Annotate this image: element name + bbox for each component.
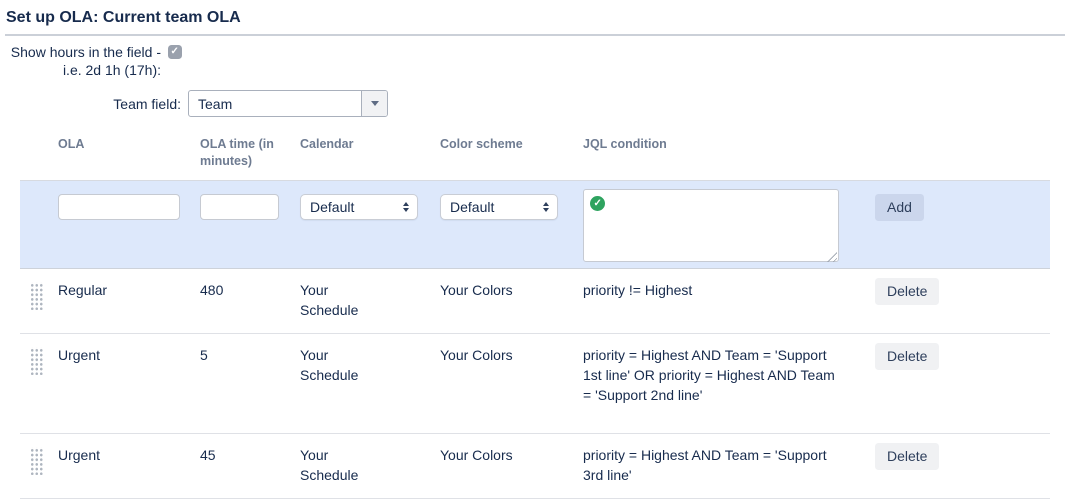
team-field-select[interactable]: Team <box>188 90 388 117</box>
table-row: Urgent 5 Your Schedule Your Colors prior… <box>20 334 1050 434</box>
select-updown-icon <box>403 202 409 212</box>
drag-handle-icon[interactable] <box>30 282 43 310</box>
show-hours-row: Show hours in the field - i.e. 2d 1h (17… <box>5 43 1065 79</box>
show-hours-checkbox[interactable] <box>168 45 182 59</box>
table-header-row: OLA OLA time (in minutes) Calendar Color… <box>20 129 1050 180</box>
show-hours-label-line1: Show hours in the field - <box>11 44 161 60</box>
row-jql-condition: priority = Highest AND Team = 'Support 1… <box>583 345 839 405</box>
team-field-selected-value: Team <box>189 96 361 112</box>
row-ola-time: 5 <box>200 345 300 365</box>
new-jql-condition-textarea[interactable] <box>583 189 839 262</box>
new-calendar-select[interactable]: Default <box>300 194 418 220</box>
ola-settings-form: Show hours in the field - i.e. 2d 1h (17… <box>5 43 1065 117</box>
row-ola-name: Regular <box>58 280 200 300</box>
ola-table: OLA OLA time (in minutes) Calendar Color… <box>20 129 1050 499</box>
row-color-scheme: Your Colors <box>440 445 583 465</box>
jql-valid-check-icon <box>590 196 605 211</box>
show-hours-label-line2: i.e. 2d 1h (17h): <box>63 62 161 78</box>
delete-button[interactable]: Delete <box>875 343 939 370</box>
row-jql-condition: priority != Highest <box>583 280 839 300</box>
row-calendar: Your Schedule <box>300 345 382 385</box>
row-ola-name: Urgent <box>58 345 200 365</box>
new-ola-time-input[interactable] <box>200 194 279 220</box>
new-calendar-selected-value: Default <box>310 199 354 215</box>
table-row: Urgent 45 Your Schedule Your Colors prio… <box>20 434 1050 499</box>
team-field-label: Team field: <box>5 96 188 112</box>
add-button[interactable]: Add <box>875 194 924 221</box>
col-header-calendar: Calendar <box>300 136 440 153</box>
new-ola-name-input[interactable] <box>58 194 180 220</box>
col-header-time: OLA time (in minutes) <box>200 136 300 170</box>
page-title: Set up OLA: Current team OLA <box>5 8 1065 36</box>
row-jql-condition: priority = Highest AND Team = 'Support 3… <box>583 445 839 485</box>
select-updown-icon <box>543 202 549 212</box>
col-header-color-scheme: Color scheme <box>440 136 583 153</box>
show-hours-label: Show hours in the field - i.e. 2d 1h (17… <box>5 43 161 79</box>
drag-handle-icon[interactable] <box>30 447 43 475</box>
row-color-scheme: Your Colors <box>440 280 583 300</box>
row-color-scheme: Your Colors <box>440 345 583 365</box>
drag-handle-icon[interactable] <box>30 347 43 375</box>
row-ola-name: Urgent <box>58 445 200 465</box>
team-field-row: Team field: Team <box>5 90 1065 117</box>
team-field-dropdown-button[interactable] <box>361 91 387 116</box>
row-calendar: Your Schedule <box>300 445 382 485</box>
delete-button[interactable]: Delete <box>875 278 939 305</box>
col-header-ola: OLA <box>58 136 200 153</box>
new-ola-row: Default Default Add <box>20 180 1050 269</box>
new-jql-field-wrap <box>583 189 839 265</box>
row-ola-time: 480 <box>200 280 300 300</box>
row-ola-time: 45 <box>200 445 300 465</box>
delete-button[interactable]: Delete <box>875 443 939 470</box>
chevron-down-icon <box>371 101 379 106</box>
col-header-jql: JQL condition <box>583 136 855 153</box>
new-color-scheme-select[interactable]: Default <box>440 194 558 220</box>
table-row: Regular 480 Your Schedule Your Colors pr… <box>20 269 1050 334</box>
row-calendar: Your Schedule <box>300 280 382 320</box>
ola-setup-page: Set up OLA: Current team OLA Show hours … <box>0 0 1065 499</box>
new-color-scheme-selected-value: Default <box>450 199 494 215</box>
